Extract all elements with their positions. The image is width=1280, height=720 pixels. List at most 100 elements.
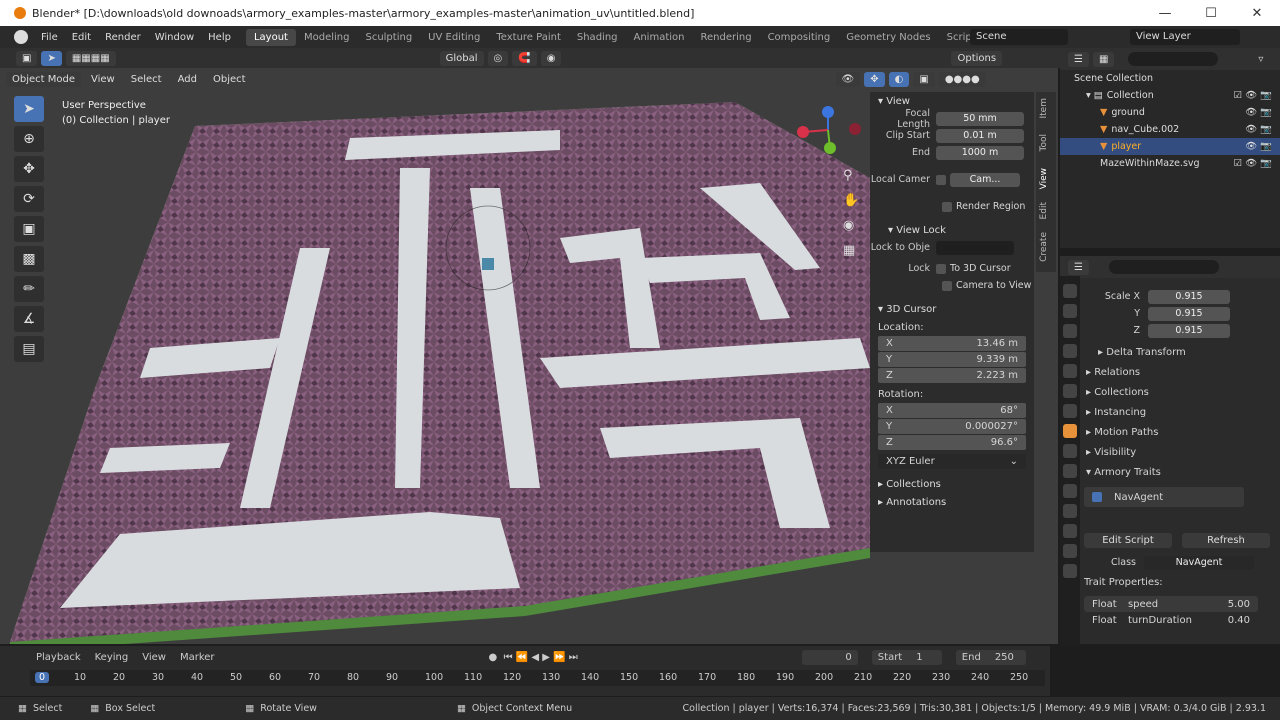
- cursor-z-field[interactable]: Z 2.223 m: [878, 368, 1026, 383]
- world-props-icon[interactable]: [1063, 384, 1077, 398]
- navigation-gizmo[interactable]: [795, 100, 865, 160]
- camera-field[interactable]: Cam...: [950, 172, 1020, 187]
- visibility-header[interactable]: ▸ Visibility: [1084, 443, 1274, 463]
- trait-enabled-checkbox[interactable]: [1092, 492, 1102, 502]
- blender-menu-icon[interactable]: [14, 30, 28, 44]
- measure-icon[interactable]: ∡: [14, 306, 44, 332]
- scale-icon[interactable]: ▣: [14, 216, 44, 242]
- rotation-mode-select[interactable]: XYZ Euler ⌄: [878, 454, 1026, 469]
- trait-list-item[interactable]: NavAgent: [1084, 487, 1244, 507]
- tab-view[interactable]: View: [1039, 168, 1049, 189]
- overlay-icon[interactable]: ◐: [888, 71, 910, 87]
- collection-row[interactable]: ▾ ▤ Collection ☑ 👁 📷: [1060, 87, 1280, 104]
- display-mode-icon[interactable]: ▦: [1092, 51, 1115, 67]
- local-camera-checkbox[interactable]: [936, 174, 946, 185]
- scale-x-field[interactable]: 0.915: [1148, 289, 1230, 304]
- frame-ruler[interactable]: 0 10 20 30 40 50 60 70 80 90 100 110 120 130 140 150 160…: [30, 670, 1045, 686]
- cursor-icon[interactable]: ⊕: [14, 126, 44, 152]
- tab-shading[interactable]: Shading: [569, 29, 626, 46]
- view-layer-selector[interactable]: View Layer: [1130, 29, 1240, 45]
- rotation-z-field[interactable]: Z 96.6°: [878, 435, 1026, 450]
- cursor-x-field[interactable]: X 13.46 m: [878, 336, 1026, 351]
- view-layer-props-icon[interactable]: [1063, 344, 1077, 358]
- pivot-icon[interactable]: ◎: [487, 50, 509, 66]
- texture-props-icon[interactable]: [1063, 564, 1077, 578]
- options-dropdown[interactable]: Options: [951, 50, 1003, 66]
- properties-search-input[interactable]: [1108, 260, 1219, 274]
- annotations-header[interactable]: ▸ Annotations: [870, 493, 1034, 511]
- end-frame-field[interactable]: End 250: [955, 649, 1026, 665]
- object-props-icon[interactable]: [1063, 424, 1077, 438]
- playback-controls[interactable]: ● ⏮ ⏪ ◀ ▶ ⏩ ⏭: [489, 652, 578, 663]
- properties-type-icon[interactable]: ☰: [1068, 259, 1089, 275]
- proportional-icon[interactable]: ◉: [540, 50, 562, 66]
- menu-help[interactable]: Help: [201, 32, 238, 43]
- transform-orientation[interactable]: Global: [439, 50, 484, 66]
- cursor-y-field[interactable]: Y 9.339 m: [878, 352, 1026, 367]
- tab-create[interactable]: Create: [1039, 232, 1049, 262]
- editor-type-icon[interactable]: ▣: [16, 50, 38, 66]
- clip-end-field[interactable]: 1000 m: [936, 145, 1024, 160]
- tab-item[interactable]: Item: [1039, 98, 1049, 119]
- outliner-search-input[interactable]: [1128, 52, 1219, 66]
- snap-icon[interactable]: 🧲: [512, 50, 537, 66]
- relations-header[interactable]: ▸ Relations: [1084, 363, 1274, 383]
- scale-z-field[interactable]: 0.915: [1148, 323, 1230, 338]
- view-lock-header[interactable]: ▾ View Lock: [870, 221, 1034, 239]
- tab-rendering[interactable]: Rendering: [692, 29, 759, 46]
- scene-props-icon[interactable]: [1063, 364, 1077, 378]
- tab-texture-paint[interactable]: Texture Paint: [488, 29, 569, 46]
- tab-layout[interactable]: Layout: [245, 28, 296, 46]
- tab-geometry-nodes[interactable]: Geometry Nodes: [838, 29, 938, 46]
- menu-object[interactable]: Object: [207, 72, 252, 87]
- armory-traits-header[interactable]: ▾ Armory Traits: [1084, 463, 1274, 483]
- rotation-x-field[interactable]: X 68°: [878, 403, 1026, 418]
- clip-start-field[interactable]: 0.01 m: [936, 128, 1024, 143]
- gizmo-icon[interactable]: ✥: [864, 71, 885, 87]
- xray-icon[interactable]: ▣: [913, 71, 935, 87]
- keying-menu[interactable]: Keying: [95, 652, 129, 663]
- render-region-checkbox[interactable]: [942, 201, 952, 212]
- grid-persp-icon[interactable]: ▦: [843, 243, 859, 258]
- modifier-props-icon[interactable]: [1063, 444, 1077, 458]
- tab-modeling[interactable]: Modeling: [296, 29, 358, 46]
- tab-compositing[interactable]: Compositing: [760, 29, 839, 46]
- outliner-item-ground[interactable]: ▼ ground 👁 📷: [1060, 104, 1280, 121]
- current-frame-field[interactable]: 0: [801, 649, 858, 665]
- particles-props-icon[interactable]: [1063, 464, 1077, 478]
- shading-modes-icon[interactable]: ●●●●: [938, 71, 986, 87]
- instancing-header[interactable]: ▸ Instancing: [1084, 403, 1274, 423]
- playback-menu[interactable]: Playback: [36, 652, 81, 663]
- material-props-icon[interactable]: [1063, 544, 1077, 558]
- transform-icon[interactable]: ▩: [14, 246, 44, 272]
- trait-prop-speed[interactable]: Float speed 5.00: [1084, 596, 1258, 612]
- marker-menu[interactable]: Marker: [180, 652, 215, 663]
- tab-edit[interactable]: Edit: [1039, 202, 1049, 219]
- minimize-button[interactable]: —: [1142, 0, 1188, 26]
- zoom-icon[interactable]: ⚲: [843, 168, 859, 183]
- scene-collection-row[interactable]: Scene Collection: [1060, 70, 1280, 87]
- tool-props-icon[interactable]: [1063, 284, 1077, 298]
- menu-select[interactable]: Select: [125, 72, 168, 87]
- outliner-item-player[interactable]: ▼ player 👁 📷: [1060, 138, 1280, 155]
- start-frame-field[interactable]: Start 1: [871, 649, 942, 665]
- rotate-icon[interactable]: ⟳: [14, 186, 44, 212]
- collection-visibility-icons[interactable]: ☑ 👁 📷: [1234, 90, 1272, 101]
- cursor-section-header[interactable]: ▾ 3D Cursor: [870, 300, 1034, 318]
- add-cube-icon[interactable]: ▤: [14, 336, 44, 362]
- output-props-icon[interactable]: [1063, 324, 1077, 338]
- tab-sculpting[interactable]: Sculpting: [357, 29, 420, 46]
- select-mode-icons[interactable]: ▦▦▦▦: [65, 50, 116, 66]
- annotate-icon[interactable]: ✏: [14, 276, 44, 302]
- camera-view-icon[interactable]: ◉: [843, 218, 859, 233]
- physics-props-icon[interactable]: [1063, 484, 1077, 498]
- class-field[interactable]: NavAgent: [1144, 555, 1254, 570]
- filter-icon[interactable]: ▿: [1258, 54, 1263, 65]
- menu-file[interactable]: File: [34, 32, 65, 43]
- menu-render[interactable]: Render: [98, 32, 148, 43]
- delta-transform-header[interactable]: ▸ Delta Transform: [1084, 343, 1274, 363]
- select-tool-icon[interactable]: ➤: [41, 50, 62, 66]
- edit-script-button[interactable]: Edit Script: [1084, 533, 1172, 548]
- timeline-view-menu[interactable]: View: [142, 652, 166, 663]
- player-object[interactable]: [482, 258, 494, 270]
